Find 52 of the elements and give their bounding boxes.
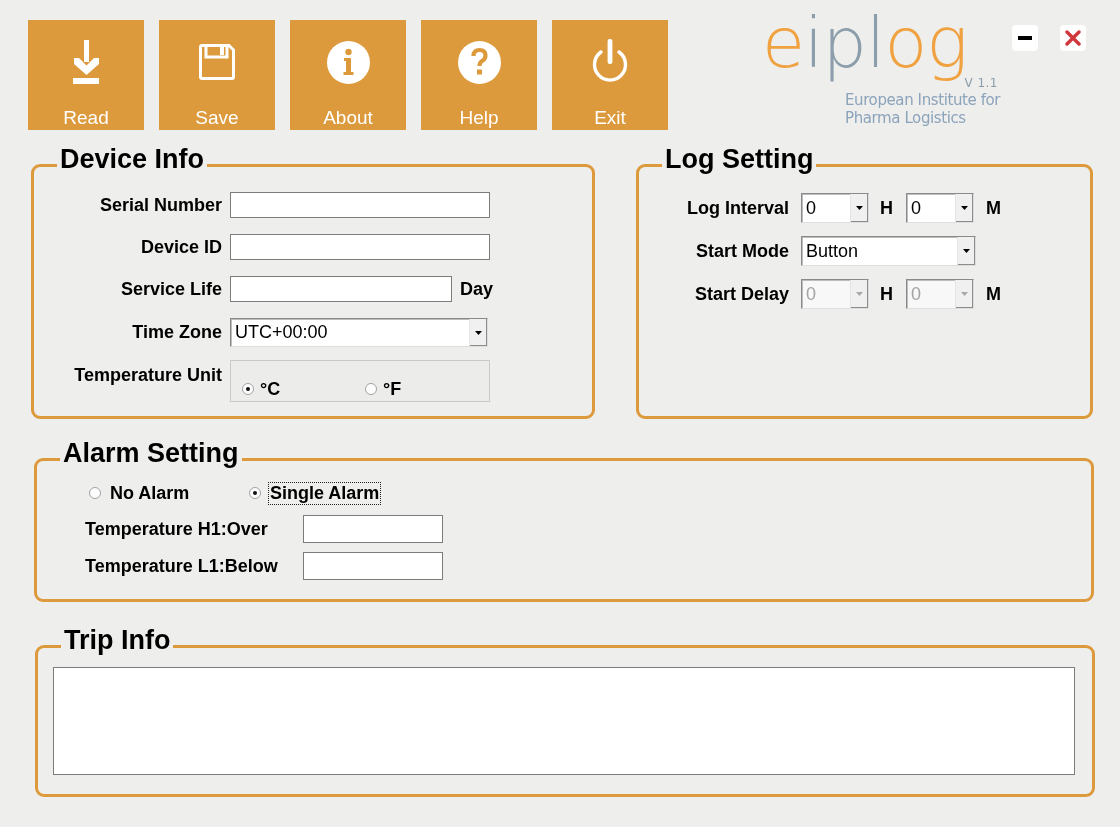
info-icon: [326, 40, 370, 84]
field-label: Serial Number: [99, 194, 222, 216]
panel-title: Alarm Setting: [62, 438, 240, 470]
caret-icon: [475, 330, 482, 335]
radio-label[interactable]: °F: [383, 378, 402, 400]
unit-label: M: [986, 197, 1001, 219]
field-label: Service Life: [120, 278, 222, 300]
panel-title: Log Setting: [664, 144, 815, 176]
panel-title: Device Info: [59, 144, 206, 176]
text-field[interactable]: [230, 276, 452, 302]
field-label: Log Interval: [687, 197, 789, 219]
caret-icon: [963, 249, 970, 253]
minimize-icon: [1018, 36, 1032, 40]
caret-icon: [856, 206, 863, 210]
field-label: Temperature Unit: [74, 364, 222, 386]
unit-label: Day: [460, 278, 494, 300]
unit-label: M: [986, 283, 1001, 305]
minimize-button[interactable]: [1012, 25, 1038, 51]
field-label: Start Mode: [696, 240, 789, 262]
text-field[interactable]: [303, 515, 443, 543]
radio-button[interactable]: [89, 487, 101, 499]
dropdown[interactable]: Button: [801, 236, 976, 266]
text-field[interactable]: [230, 234, 490, 260]
caret-icon: [961, 292, 968, 296]
text-field[interactable]: [303, 552, 443, 580]
close-icon: [1065, 30, 1081, 46]
dropdown[interactable]: 0: [801, 193, 869, 223]
caret-icon: [961, 206, 968, 210]
radio-button[interactable]: [242, 383, 254, 395]
unit-label: H: [880, 283, 893, 305]
field-label: Time Zone: [132, 322, 222, 343]
dropdown[interactable]: 0: [906, 193, 974, 223]
field-label: Temperature H1:Over: [85, 518, 269, 540]
unit-label: H: [880, 197, 893, 219]
radio-button[interactable]: [249, 487, 261, 499]
dropdown[interactable]: UTC+00:00: [230, 318, 488, 347]
field-label: Device ID: [140, 236, 222, 258]
logo-tagline: European Institute for Pharma Logistics: [845, 91, 1002, 127]
help-icon: [457, 40, 501, 84]
text-field[interactable]: [230, 192, 490, 218]
field-label: Temperature L1:Below: [85, 555, 279, 577]
field-label: Start Delay: [694, 283, 789, 305]
radio-label[interactable]: °C: [260, 378, 281, 400]
panel-title: Trip Info: [63, 625, 172, 657]
radio-button[interactable]: [365, 383, 377, 395]
radio-label[interactable]: No Alarm: [108, 481, 192, 505]
close-button[interactable]: [1060, 25, 1086, 51]
download-icon: [73, 40, 99, 84]
trip-info-field[interactable]: [53, 667, 1075, 775]
power-icon: [592, 39, 628, 85]
caret-icon: [856, 292, 863, 296]
radio-label[interactable]: Single Alarm: [268, 481, 382, 505]
